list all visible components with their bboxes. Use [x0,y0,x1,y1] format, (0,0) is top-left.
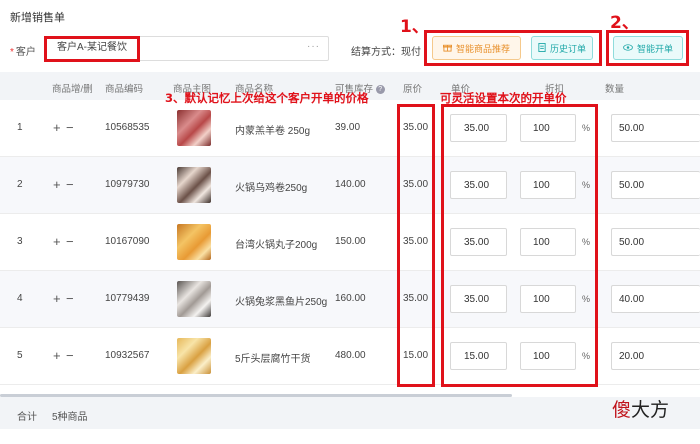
customer-field[interactable]: 客户A-某记餐饮 ··· [44,36,329,61]
unit-price-input[interactable]: 35.00 [450,228,507,256]
product-code: 10779439 [105,293,150,304]
customer-label-text: 客户 [15,47,36,58]
table-row: 1 + − 10568535 内蒙羔羊卷 250g 39.00 35.00 35… [0,100,700,157]
smart-order-label: 智能开单 [636,43,673,54]
discount-input[interactable]: 100 [520,114,576,142]
add-item-button[interactable]: + [53,234,61,249]
smart-order-button[interactable]: 智能开单 [613,36,683,60]
settlement-method: 结算方式：现付 [351,47,421,58]
add-item-button[interactable]: + [53,177,61,192]
page-title: 新增销售单 [10,12,65,24]
watermark: 傻大方 [612,395,669,422]
discount-input[interactable]: 100 [520,171,576,199]
total-label: 合计 [17,412,37,423]
history-orders-label: 历史订单 [549,43,586,54]
remove-item-button[interactable]: − [66,291,74,306]
product-name: 火锅乌鸡卷250g [235,183,308,194]
smart-recommend-label: 智能商品推荐 [455,43,510,54]
annotation-one: 1、 [400,17,429,37]
eye-icon [623,43,633,53]
unit-price-input[interactable]: 35.00 [450,171,507,199]
remove-item-button[interactable]: − [66,177,74,192]
col-code: 商品编码 [105,84,144,95]
product-name: 内蒙羔羊卷 250g [235,126,311,137]
table-row: 5 + − 10932567 5斤头层腐竹干货 480.00 15.00 15.… [0,328,700,385]
help-icon[interactable]: ? [375,84,385,94]
row-index: 1 [17,122,23,133]
available-stock: 150.00 [335,236,366,247]
ellipsis-icon[interactable]: ··· [307,41,320,52]
remove-item-button[interactable]: − [66,234,74,249]
product-name: 台湾火锅丸子200g [235,240,318,251]
original-price: 35.00 [403,122,429,133]
row-index: 3 [17,236,23,247]
customer-value: 客户A-某记餐饮 [57,42,127,53]
annotation-three: 3、默认记忆上次给这个客户开单的价格 [165,91,369,105]
customer-label: * 客户 [10,43,36,58]
row-index: 4 [17,293,23,304]
unit-price-input[interactable]: 35.00 [450,114,507,142]
available-stock: 140.00 [335,179,366,190]
original-price: 15.00 [403,350,429,361]
quantity-input[interactable]: 20.00 [611,342,700,370]
quantity-input[interactable]: 50.00 [611,114,700,142]
history-orders-button[interactable]: 历史订单 [531,36,593,60]
original-price: 35.00 [403,236,429,247]
discount-input[interactable]: 100 [520,285,576,313]
product-image [177,110,211,146]
available-stock: 39.00 [335,122,361,133]
product-image [177,281,211,317]
product-name: 5斤头层腐竹干货 [235,354,311,365]
col-quantity: 数量 [605,84,625,95]
annotation-two: 2、 [610,13,639,33]
col-orig-price: 原价 [403,84,423,95]
required-mark: * [10,47,14,58]
product-code: 10167090 [105,236,150,247]
original-price: 35.00 [403,179,429,190]
discount-input[interactable]: 100 [520,228,576,256]
unit-price-input[interactable]: 15.00 [450,342,507,370]
table-footer: 合计 5种商品 [0,397,700,429]
available-stock: 160.00 [335,293,366,304]
col-add-remove: 商品增/删 [52,84,93,95]
product-image [177,167,211,203]
percent-sign: % [582,123,591,133]
product-name: 火锅兔浆黑鱼片250g [235,297,328,308]
table-row: 2 + − 10979730 火锅乌鸡卷250g 140.00 35.00 35… [0,157,700,214]
product-code: 10568535 [105,122,150,133]
smart-recommend-button[interactable]: 智能商品推荐 [432,36,521,60]
table-row: 3 + − 10167090 台湾火锅丸子200g 150.00 35.00 3… [0,214,700,271]
remove-item-button[interactable]: − [66,120,74,135]
watermark-char: 傻 [612,399,632,421]
product-image [177,224,211,260]
percent-sign: % [582,294,591,304]
total-count: 5种商品 [52,412,88,423]
row-index: 5 [17,350,23,361]
product-image [177,338,211,374]
percent-sign: % [582,180,591,190]
quantity-input[interactable]: 50.00 [611,171,700,199]
quantity-input[interactable]: 40.00 [611,285,700,313]
product-code: 10979730 [105,179,150,190]
add-item-button[interactable]: + [53,120,61,135]
quantity-input[interactable]: 50.00 [611,228,700,256]
annotation-four: 可灵活设置本次的开单价 [440,91,567,105]
gift-icon [442,43,452,54]
document-icon [538,42,546,54]
bottom-spacer [0,429,700,444]
add-item-button[interactable]: + [53,291,61,306]
available-stock: 480.00 [335,350,366,361]
row-index: 2 [17,179,23,190]
table-row: 4 + − 10779439 火锅兔浆黑鱼片250g 160.00 35.00 … [0,271,700,328]
add-item-button[interactable]: + [53,348,61,363]
product-code: 10932567 [105,350,150,361]
percent-sign: % [582,237,591,247]
original-price: 35.00 [403,293,429,304]
percent-sign: % [582,351,591,361]
unit-price-input[interactable]: 35.00 [450,285,507,313]
watermark-rest: 大方 [631,399,670,421]
discount-input[interactable]: 100 [520,342,576,370]
remove-item-button[interactable]: − [66,348,74,363]
